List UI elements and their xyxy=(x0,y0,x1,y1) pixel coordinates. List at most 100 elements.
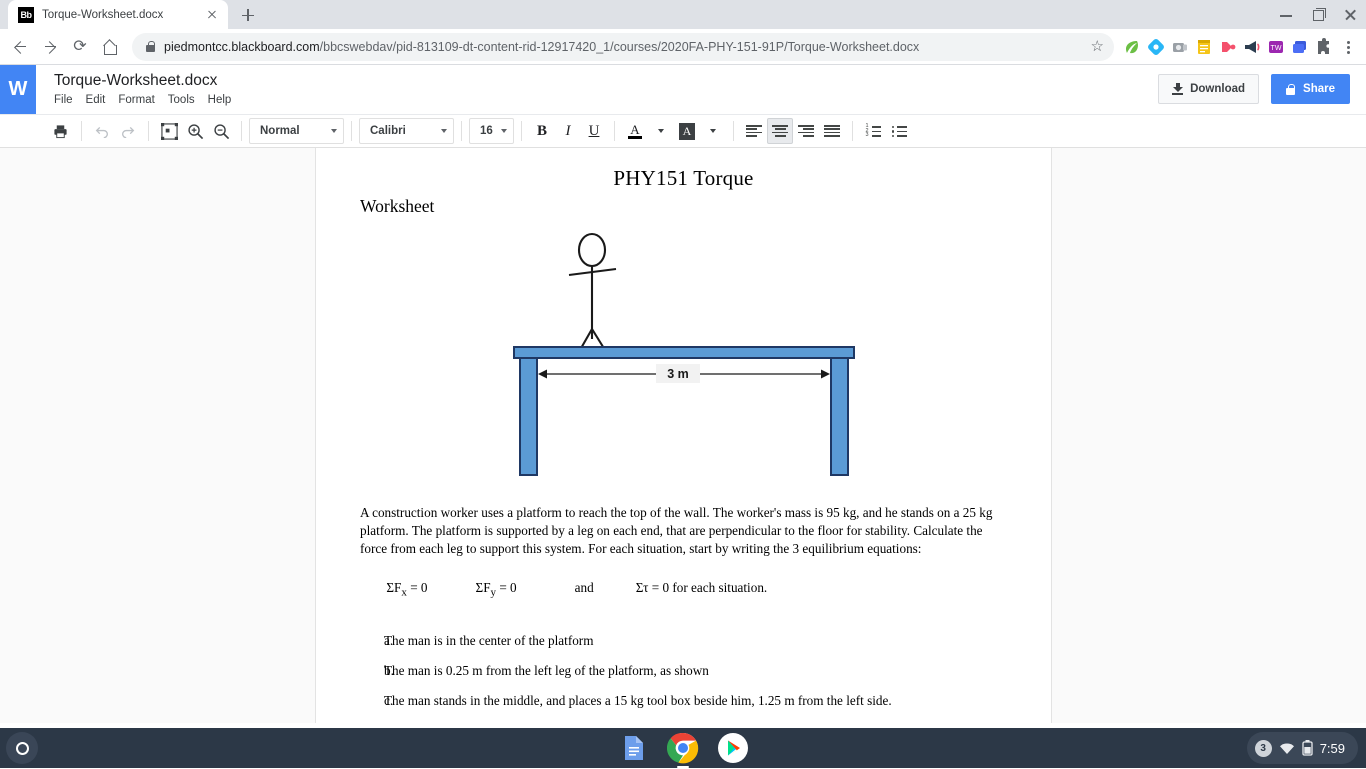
new-tab-button[interactable] xyxy=(234,1,262,29)
browser-window: Bb Torque-Worksheet.docx ⟳ piedmontcc.bl… xyxy=(0,0,1366,728)
leaf-extension-icon[interactable] xyxy=(1122,37,1142,57)
align-justify-button[interactable] xyxy=(819,118,845,144)
home-icon[interactable] xyxy=(96,33,124,61)
close-window-icon[interactable] xyxy=(1334,0,1366,29)
text-color-swatch xyxy=(628,135,642,139)
list-item-text: The man is 0.25 m from the left leg of t… xyxy=(384,663,709,679)
close-tab-icon[interactable] xyxy=(204,7,220,23)
download-button[interactable]: Download xyxy=(1158,74,1260,104)
maximize-icon[interactable] xyxy=(1302,0,1334,29)
align-right-icon xyxy=(798,125,814,137)
share-label: Share xyxy=(1303,83,1335,95)
print-icon[interactable] xyxy=(46,118,74,144)
align-center-button[interactable] xyxy=(767,118,793,144)
navigation-bar: ⟳ piedmontcc.blackboard.com/bbcswebdav/p… xyxy=(0,29,1366,65)
italic-button[interactable]: I xyxy=(555,118,581,144)
align-justify-icon xyxy=(824,125,840,137)
chrome-menu-icon[interactable] xyxy=(1338,36,1358,58)
torque-diagram: 3 m xyxy=(316,229,1051,504)
minimize-icon[interactable] xyxy=(1270,0,1302,29)
blue-square-extension-icon[interactable] xyxy=(1290,37,1310,57)
notification-count-badge[interactable]: 3 xyxy=(1254,739,1272,757)
document-canvas[interactable]: PHY151 Torque Worksheet 3 m A constructi… xyxy=(0,148,1366,723)
text-color-caret-icon[interactable] xyxy=(648,118,674,144)
list-marker: a. xyxy=(384,633,394,649)
download-icon xyxy=(1172,83,1184,95)
menu-file[interactable]: File xyxy=(54,92,73,109)
address-bar[interactable]: piedmontcc.blackboard.com/bbcswebdav/pid… xyxy=(132,32,1114,61)
align-left-icon xyxy=(746,125,762,137)
menu-edit[interactable]: Edit xyxy=(86,92,106,109)
launcher-icon xyxy=(15,741,29,755)
chrome-app-icon[interactable] xyxy=(666,732,699,768)
shelf-app-list xyxy=(617,732,749,768)
docs-viewer-header: W Torque-Worksheet.docx File Edit Format… xyxy=(0,65,1366,114)
share-button[interactable]: Share xyxy=(1271,74,1350,104)
puzzle-extensions-icon[interactable] xyxy=(1314,37,1334,57)
launcher-button[interactable] xyxy=(6,732,38,764)
back-icon[interactable] xyxy=(6,33,34,61)
list-item-text: The man stands in the middle, and places… xyxy=(384,693,892,709)
document-filename: Torque-Worksheet.docx xyxy=(54,71,218,89)
forward-icon[interactable] xyxy=(36,33,64,61)
dimension-label: 3 m xyxy=(667,367,689,381)
menu-help[interactable]: Help xyxy=(208,92,232,109)
align-right-button[interactable] xyxy=(793,118,819,144)
formatting-toolbar: Normal Calibri 16 B I U A A 1 2 3 xyxy=(0,114,1366,148)
notes-extension-icon[interactable] xyxy=(1194,37,1214,57)
wifi-icon xyxy=(1279,743,1294,754)
platform-board xyxy=(513,346,855,359)
undo-icon[interactable] xyxy=(89,118,115,144)
system-tray[interactable]: 3 7:59 xyxy=(1246,732,1358,764)
align-left-button[interactable] xyxy=(741,118,767,144)
window-controls xyxy=(1270,0,1366,29)
browser-tab[interactable]: Bb Torque-Worksheet.docx xyxy=(8,0,228,29)
list-item-text: The man is in the center of the platform xyxy=(384,633,594,649)
camera-extension-icon[interactable] xyxy=(1170,37,1190,57)
font-size-dropdown[interactable]: 16 xyxy=(469,118,514,144)
font-family-dropdown[interactable]: Calibri xyxy=(359,118,454,144)
play-extension-icon[interactable] xyxy=(1218,37,1238,57)
zoom-out-icon[interactable] xyxy=(208,118,234,144)
zoom-in-icon[interactable] xyxy=(182,118,208,144)
bookmark-star-icon[interactable]: ☆ xyxy=(1091,39,1104,54)
diamond-extension-icon[interactable] xyxy=(1146,37,1166,57)
play-store-app-icon[interactable] xyxy=(717,732,749,764)
tab-strip: Bb Torque-Worksheet.docx xyxy=(0,0,1366,29)
document-page: PHY151 Torque Worksheet 3 m A constructi… xyxy=(316,148,1051,723)
list-item: a. The man is in the center of the platf… xyxy=(360,632,1007,662)
svg-text:TW: TW xyxy=(1271,45,1282,52)
font-family-value: Calibri xyxy=(370,125,406,137)
tw-extension-icon[interactable]: TW xyxy=(1266,37,1286,57)
google-docs-app-icon[interactable] xyxy=(617,732,649,764)
list-marker: c. xyxy=(384,693,394,709)
paragraph-style-dropdown[interactable]: Normal xyxy=(249,118,344,144)
figure-head xyxy=(577,232,607,268)
megaphone-extension-icon[interactable] xyxy=(1242,37,1262,57)
header-buttons: Download Share xyxy=(1158,74,1350,104)
numbered-list-button[interactable]: 123 xyxy=(860,118,886,144)
redo-icon[interactable] xyxy=(115,118,141,144)
underline-button[interactable]: U xyxy=(581,118,607,144)
bulleted-list-icon xyxy=(891,125,907,138)
menu-format[interactable]: Format xyxy=(118,92,154,109)
bold-button[interactable]: B xyxy=(529,118,555,144)
word-document-logo: W xyxy=(0,65,36,114)
list-item: b. The man is 0.25 m from the left leg o… xyxy=(360,662,1007,692)
docs-menu-bar: File Edit Format Tools Help xyxy=(54,92,231,109)
text-color-button[interactable]: A xyxy=(622,118,648,144)
clock[interactable]: 7:59 xyxy=(1320,741,1345,756)
select-image-icon[interactable] xyxy=(156,118,182,144)
menu-tools[interactable]: Tools xyxy=(168,92,195,109)
equilibrium-equations: ΣFx = 0 ΣFy = 0 and Στ = 0 for each situati… xyxy=(316,557,1051,622)
bulleted-list-button[interactable] xyxy=(886,118,912,144)
equation-conjunction: and xyxy=(574,580,594,596)
highlight-color-button[interactable]: A xyxy=(674,118,700,144)
chromeos-shelf: 3 7:59 xyxy=(0,728,1366,768)
highlight-color-caret-icon[interactable] xyxy=(700,118,726,144)
platform-right-leg xyxy=(830,357,849,476)
reload-icon[interactable]: ⟳ xyxy=(66,33,94,61)
battery-icon xyxy=(1302,740,1313,756)
lock-icon xyxy=(1286,83,1296,95)
blackboard-favicon: Bb xyxy=(18,6,34,23)
